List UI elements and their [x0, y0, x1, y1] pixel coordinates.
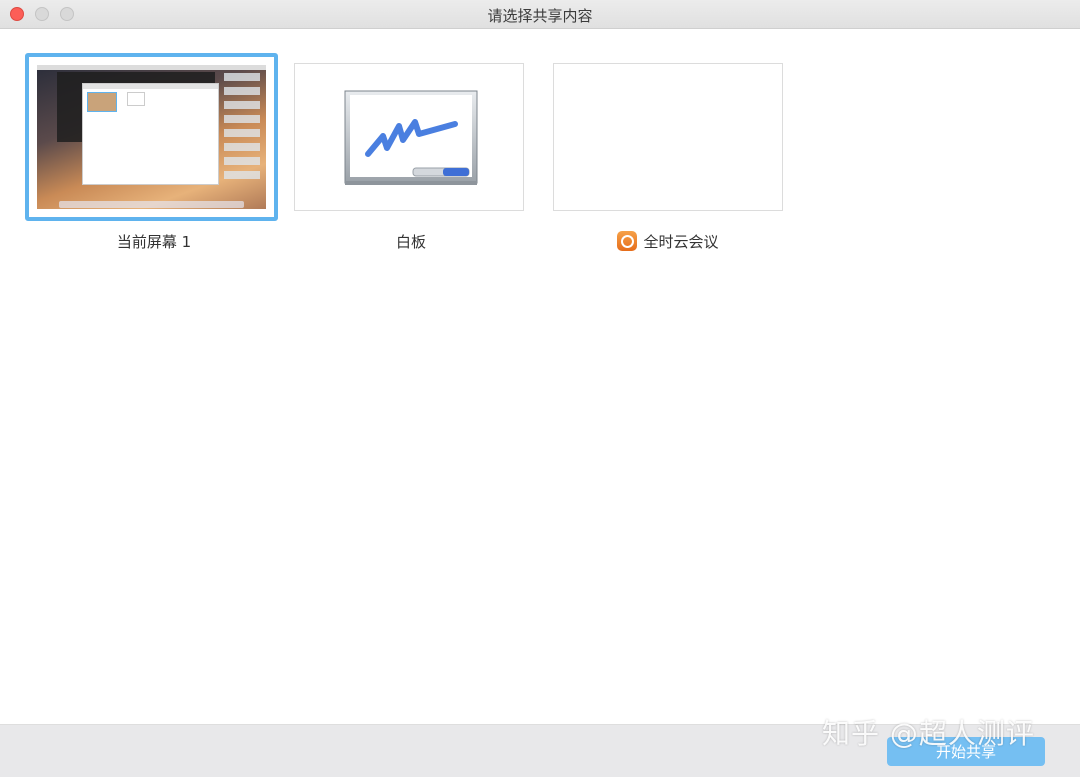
app-clock-icon: [617, 231, 638, 251]
title-bar: 请选择共享内容: [0, 0, 1080, 29]
share-option-app-label: 全时云会议: [643, 233, 719, 251]
share-option-whiteboard[interactable]: [294, 63, 524, 211]
watermark-text: 知乎 @超人测评: [822, 717, 1035, 750]
share-option-app[interactable]: [553, 63, 783, 211]
share-option-screen[interactable]: [25, 53, 278, 221]
screen-thumbnail: [37, 65, 266, 209]
window-title: 请选择共享内容: [487, 7, 593, 25]
share-option-app-label-row: 全时云会议: [538, 231, 798, 252]
share-option-whiteboard-label: 白板: [395, 233, 426, 251]
whiteboard-icon: [344, 90, 478, 185]
share-option-screen-label: 当前屏幕 1: [116, 233, 192, 251]
